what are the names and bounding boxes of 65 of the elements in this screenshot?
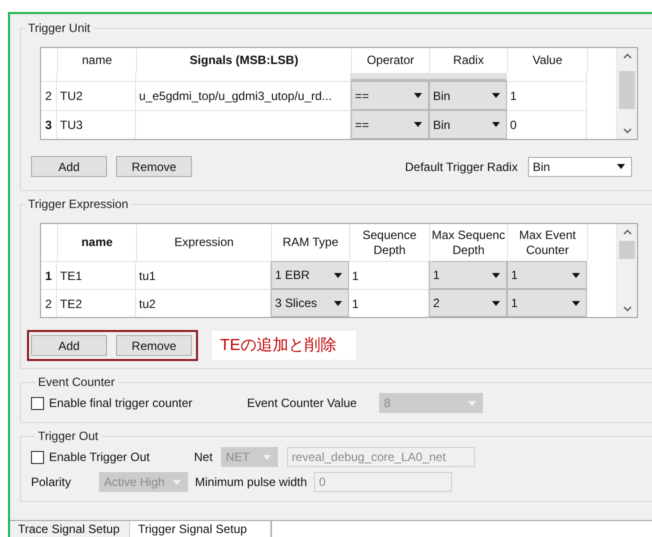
dropdown-caret-icon <box>414 93 422 98</box>
row-number[interactable]: 3 <box>41 110 57 139</box>
cell-dropdown[interactable]: 1 <box>507 261 587 289</box>
group-title: Trigger Expression <box>27 197 130 211</box>
dropdown-caret-icon <box>492 300 500 306</box>
row-number[interactable]: 1 <box>41 261 57 289</box>
cell-dropdown[interactable]: 1 <box>429 261 507 289</box>
scroll-up-icon[interactable] <box>622 53 632 59</box>
scroll-down-icon[interactable] <box>622 306 632 312</box>
dropdown-caret-icon <box>492 93 500 98</box>
cell-dropdown[interactable]: 3 Slices <box>271 289 349 317</box>
field-label: Net <box>194 450 213 464</box>
table-cell: 1 <box>507 81 587 110</box>
dropdown-caret-icon <box>262 454 271 460</box>
cell-dropdown[interactable]: Bin <box>429 110 507 139</box>
group-title: Trigger Unit <box>27 21 92 35</box>
table-button[interactable]: Add <box>31 335 107 356</box>
field-label: Default Trigger Radix <box>405 160 518 174</box>
radix-dropdown[interactable]: Bin <box>528 156 632 176</box>
group-title: Event Counter <box>37 375 116 389</box>
checkbox[interactable] <box>31 450 44 464</box>
scrollbar-thumb[interactable] <box>619 71 635 109</box>
checkbox-label: Enable final trigger counter <box>49 396 194 410</box>
cell-dropdown[interactable]: Bin <box>429 81 507 110</box>
column-header[interactable]: name <box>58 224 137 261</box>
cell-dropdown[interactable]: 2 <box>429 289 507 317</box>
vertical-scrollbar[interactable] <box>616 48 637 139</box>
table-cell: TE1 <box>57 261 136 289</box>
dropdown-caret-icon <box>468 400 476 406</box>
column-header[interactable]: Expression <box>137 224 272 261</box>
column-header[interactable]: Sequence Depth <box>350 224 430 261</box>
table-cell: TU2 <box>57 81 136 110</box>
checkbox[interactable] <box>31 396 44 410</box>
row-number[interactable]: 2 <box>41 81 57 110</box>
table-cell: TU3 <box>57 110 136 139</box>
table-cell: 0 <box>507 110 587 139</box>
scrollbar-thumb[interactable] <box>619 241 635 259</box>
dropdown-caret-icon <box>616 164 625 169</box>
scroll-up-icon[interactable] <box>622 229 632 235</box>
cell-dropdown[interactable]: == <box>351 81 429 110</box>
dropdown-caret-icon <box>572 300 580 306</box>
annotation-note: TEの追加と削除 <box>212 331 356 360</box>
dropdown-caret-icon <box>492 272 500 278</box>
dropdown-caret-icon <box>572 272 580 278</box>
table-cell: TE2 <box>57 289 136 317</box>
field-label: Event Counter Value <box>247 396 357 410</box>
checkbox-label: Enable Trigger Out <box>49 450 151 464</box>
dropdown-caret-icon <box>414 122 422 127</box>
scroll-down-icon[interactable] <box>622 128 632 134</box>
dropdown-caret-icon <box>334 272 342 278</box>
vertical-scrollbar[interactable] <box>616 224 637 317</box>
dropdown-caret-icon <box>492 122 500 127</box>
group-title: Trigger Out <box>37 429 100 443</box>
cell-dropdown[interactable]: 1 EBR <box>271 261 349 289</box>
field-label: Minimum pulse width <box>195 475 308 489</box>
table-button[interactable]: Add <box>31 156 107 177</box>
field-label: Polarity <box>31 475 72 489</box>
tab[interactable]: Trigger Signal Setup <box>130 521 271 537</box>
table-button[interactable]: Remove <box>116 335 192 356</box>
row-number[interactable]: 2 <box>41 289 57 317</box>
dropdown-caret-icon <box>173 480 181 484</box>
cell-dropdown[interactable]: 1 <box>507 289 587 317</box>
cell-dropdown[interactable]: == <box>351 110 429 139</box>
table-button[interactable]: Remove <box>116 156 192 177</box>
dropdown-caret-icon <box>334 300 342 306</box>
